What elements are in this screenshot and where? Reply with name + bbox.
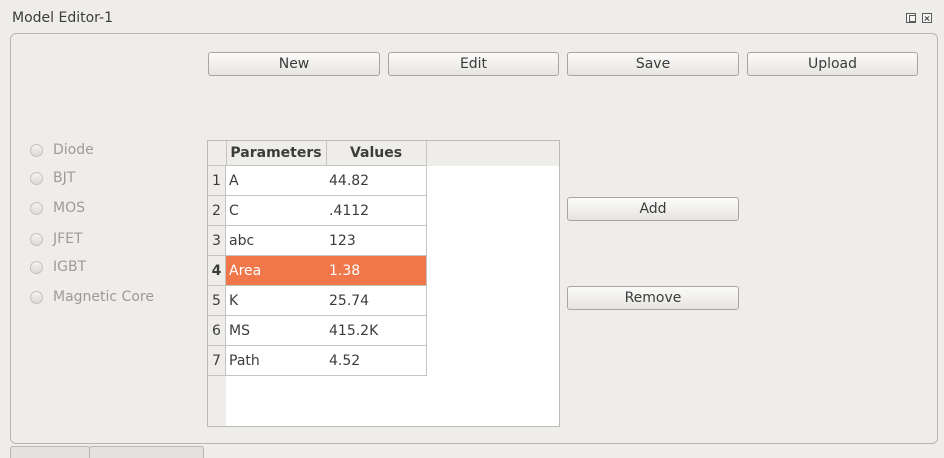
radio-label: IGBT (53, 259, 87, 275)
value-cell[interactable]: .4112 (326, 196, 427, 226)
table-row[interactable]: 6 MS 415.2K (208, 316, 427, 346)
radio-circle[interactable] (30, 260, 43, 274)
close-icon[interactable] (922, 13, 932, 23)
table-row[interactable]: 7 Path 4.52 (208, 346, 427, 376)
radio-circle[interactable] (30, 232, 43, 246)
row-number[interactable]: 7 (208, 346, 226, 376)
parameter-cell[interactable]: A (226, 166, 327, 196)
row-number[interactable]: 1 (208, 166, 226, 196)
radio-circle[interactable] (30, 143, 43, 157)
parameter-cell[interactable]: C (226, 196, 327, 226)
radio-label: Diode (53, 142, 94, 158)
radio-label: JFET (53, 231, 83, 247)
column-header-values[interactable]: Values (326, 141, 427, 166)
value-cell[interactable]: 25.74 (326, 286, 427, 316)
table-row-selected[interactable]: 4 Area 1.38 (208, 256, 427, 286)
radio-bjt[interactable]: BJT (30, 170, 75, 186)
bottom-tab-1[interactable] (10, 446, 90, 458)
window-title: Model Editor-1 (12, 10, 113, 26)
radio-circle[interactable] (30, 290, 43, 304)
radio-label: Magnetic Core (53, 289, 154, 305)
remove-button[interactable]: Remove (567, 286, 739, 310)
edit-button[interactable]: Edit (388, 52, 559, 76)
radio-diode[interactable]: Diode (30, 142, 94, 158)
parameter-cell[interactable]: Area (226, 256, 327, 286)
row-number[interactable]: 2 (208, 196, 226, 226)
table-row[interactable]: 2 C .4112 (208, 196, 427, 226)
value-cell[interactable]: 44.82 (326, 166, 427, 196)
table-corner[interactable] (208, 141, 227, 166)
radio-mos[interactable]: MOS (30, 200, 85, 216)
float-icon[interactable] (906, 13, 916, 23)
radio-circle[interactable] (30, 201, 43, 215)
row-number[interactable]: 4 (208, 256, 226, 286)
value-cell[interactable]: 1.38 (326, 256, 427, 286)
radio-jfet[interactable]: JFET (30, 231, 83, 247)
save-button[interactable]: Save (567, 52, 739, 76)
table-row[interactable]: 1 A 44.82 (208, 166, 427, 196)
column-header-parameters[interactable]: Parameters (226, 141, 327, 166)
radio-circle[interactable] (30, 171, 43, 185)
bottom-tab-2[interactable] (89, 446, 204, 458)
add-button[interactable]: Add (567, 197, 739, 221)
radio-magnetic-core[interactable]: Magnetic Core (30, 289, 154, 305)
new-button[interactable]: New (208, 52, 380, 76)
table-row[interactable]: 5 K 25.74 (208, 286, 427, 316)
value-cell[interactable]: 123 (326, 226, 427, 256)
table-row[interactable]: 3 abc 123 (208, 226, 427, 256)
radio-label: MOS (53, 200, 85, 216)
radio-igbt[interactable]: IGBT (30, 259, 86, 275)
parameter-cell[interactable]: MS (226, 316, 327, 346)
upload-button[interactable]: Upload (747, 52, 918, 76)
row-number[interactable]: 5 (208, 286, 226, 316)
parameter-cell[interactable]: abc (226, 226, 327, 256)
parameter-cell[interactable]: Path (226, 346, 327, 376)
parameters-table[interactable]: Parameters Values 1 A 44.82 2 C .4112 3 … (207, 140, 560, 427)
radio-label: BJT (53, 170, 76, 186)
row-number[interactable]: 6 (208, 316, 226, 346)
value-cell[interactable]: 415.2K (326, 316, 427, 346)
parameter-cell[interactable]: K (226, 286, 327, 316)
row-number[interactable]: 3 (208, 226, 226, 256)
value-cell[interactable]: 4.52 (326, 346, 427, 376)
